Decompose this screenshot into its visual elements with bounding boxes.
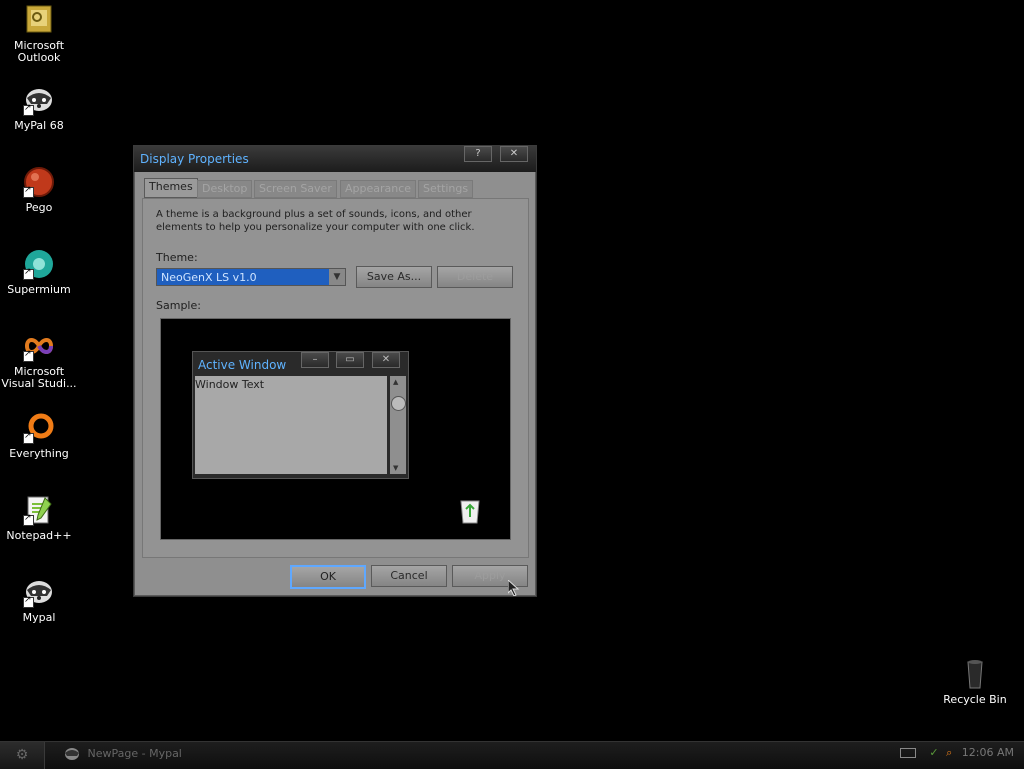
maximize-icon: ▭ <box>336 352 364 368</box>
system-tray: ✓ ⌕ 12:06 AM <box>899 746 1014 766</box>
keyboard-icon[interactable] <box>899 748 916 758</box>
shortcut-arrow-icon <box>23 431 34 444</box>
mouse-cursor-icon <box>507 578 520 600</box>
shortcut-arrow-icon <box>23 185 34 198</box>
tab-desktop[interactable]: Desktop <box>197 180 253 198</box>
tab-settings[interactable]: Settings <box>418 180 474 198</box>
recycle-bin-icon <box>959 658 991 690</box>
preview-window-title: Active Window <box>198 358 287 372</box>
pego-icon <box>23 166 55 198</box>
notepadpp-icon <box>23 494 55 526</box>
tab-screen-saver[interactable]: Screen Saver <box>254 180 337 198</box>
visual-studio-icon <box>23 330 55 362</box>
clock[interactable]: 12:06 AM <box>962 746 1014 759</box>
preview-window-body: Window Text <box>195 376 387 474</box>
taskbar: ⚙ NewPage - Mypal ✓ ⌕ 12:06 AM <box>0 741 1024 769</box>
theme-dropdown[interactable]: NeoGenX LS v1.0 ▼ <box>156 268 346 286</box>
tab-appearance[interactable]: Appearance <box>340 180 417 198</box>
network-icon[interactable]: ✓ <box>929 746 938 759</box>
preview-scrollbar: ▲ ▼ <box>390 376 406 474</box>
desktop-icon-supermium[interactable]: Supermium <box>1 248 77 296</box>
desktop-icon-label: Mypal <box>22 611 56 624</box>
desktop-icon-outlook[interactable]: Microsoft Outlook <box>1 4 77 64</box>
preview-window-text: Window Text <box>195 378 265 391</box>
mypal-icon <box>23 84 55 116</box>
chevron-down-icon[interactable]: ▼ <box>329 269 345 285</box>
scroll-down-icon: ▼ <box>393 464 399 472</box>
outlook-icon <box>23 4 55 36</box>
display-properties-dialog: Display Properties ? ✕ Themes Desktop Sc… <box>133 145 537 597</box>
desktop-icon-notepadpp[interactable]: Notepad++ <box>1 494 77 542</box>
desktop-icon-label: Supermium <box>7 283 71 296</box>
everything-icon <box>23 412 55 444</box>
desktop-icon-label: Recycle Bin <box>943 693 1007 706</box>
recycle-bin-icon <box>457 497 483 525</box>
scroll-up-icon: ▲ <box>393 378 399 386</box>
search-icon[interactable]: ⌕ <box>946 746 952 759</box>
start-orb-icon: ⚙ <box>15 747 29 763</box>
cancel-button[interactable]: Cancel <box>371 565 447 587</box>
desktop-icon-pego[interactable]: Pego <box>1 166 77 214</box>
desktop-icon-label: MyPal 68 <box>14 119 64 132</box>
shortcut-arrow-icon <box>23 103 34 116</box>
desktop-icon-label: Pego <box>25 201 53 214</box>
shortcut-arrow-icon <box>23 267 34 280</box>
desktop-icon-visual-studio[interactable]: Microsoft Visual Studi... <box>1 330 77 390</box>
taskbar-item-label: NewPage - Mypal <box>87 747 182 760</box>
preview-active-window: Active Window – ▭ ✕ Window Text ▲ ▼ <box>192 351 409 479</box>
theme-description: A theme is a background plus a set of so… <box>156 209 475 233</box>
dialog-title: Display Properties <box>140 152 249 166</box>
theme-preview: Active Window – ▭ ✕ Window Text ▲ ▼ <box>160 318 511 540</box>
delete-button[interactable]: Delete <box>437 266 513 288</box>
theme-dropdown-value: NeoGenX LS v1.0 <box>161 271 257 284</box>
sample-label: Sample: <box>156 299 201 312</box>
desktop-icon-label: Notepad++ <box>6 529 72 542</box>
ok-button[interactable]: OK <box>290 565 366 589</box>
desktop-icon-everything[interactable]: Everything <box>1 412 77 460</box>
close-button[interactable]: ✕ <box>500 146 528 162</box>
desktop-icon-label: Everything <box>9 447 69 460</box>
supermium-icon <box>23 248 55 280</box>
help-button[interactable]: ? <box>464 146 492 162</box>
tab-themes[interactable]: Themes <box>144 178 198 198</box>
scroll-thumb <box>391 396 406 411</box>
start-button[interactable]: ⚙ <box>0 742 45 769</box>
shortcut-arrow-icon <box>23 595 34 608</box>
dialog-titlebar[interactable]: Display Properties ? ✕ <box>134 146 536 172</box>
save-as-button[interactable]: Save As... <box>356 266 432 288</box>
desktop-icon-label: Microsoft Visual Studi... <box>1 365 77 390</box>
desktop-icon-label: Microsoft Outlook <box>13 39 65 64</box>
desktop-icon-mypal-68[interactable]: MyPal 68 <box>1 84 77 132</box>
minimize-icon: – <box>301 352 329 368</box>
desktop-icon-mypal[interactable]: Mypal <box>1 576 77 624</box>
close-icon: ✕ <box>372 352 400 368</box>
mypal-icon <box>64 747 80 761</box>
desktop-icon-recycle-bin[interactable]: Recycle Bin <box>937 658 1013 706</box>
taskbar-item-mypal[interactable]: NewPage - Mypal <box>64 747 182 761</box>
mypal-icon <box>23 576 55 608</box>
shortcut-arrow-icon <box>23 349 34 362</box>
theme-label: Theme: <box>156 251 198 264</box>
shortcut-arrow-icon <box>23 513 34 526</box>
